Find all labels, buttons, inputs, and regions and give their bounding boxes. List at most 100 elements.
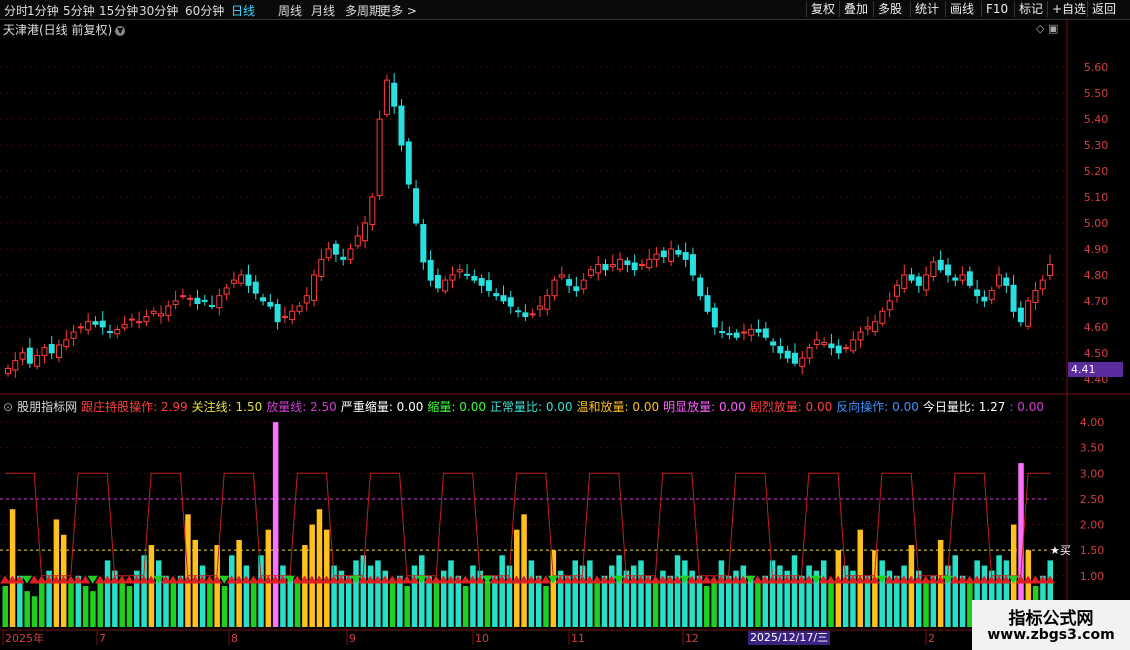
candle-body: [77, 326, 84, 329]
candle-body: [566, 279, 573, 286]
volume-ratio-bar: [39, 580, 45, 627]
volume-ratio-bar: [521, 514, 527, 627]
candle-body: [296, 305, 303, 312]
candle-body: [434, 274, 441, 289]
candle-body: [1017, 307, 1024, 323]
candle-body: [733, 332, 740, 338]
volume-ratio-bar: [820, 560, 827, 627]
candle-body: [267, 301, 274, 307]
current-price-tag: 4.41: [1068, 362, 1123, 377]
candle-body: [48, 344, 55, 354]
candle-body: [857, 331, 864, 341]
volume-ratio-bar: [9, 509, 16, 627]
candle-body: [289, 310, 296, 321]
volume-ratio-bar: [462, 586, 469, 627]
candle-body: [799, 357, 806, 367]
price-axis-label: 4.90: [1084, 243, 1109, 256]
volume-ratio-bar: [711, 580, 717, 627]
volume-ratio-bar: [806, 565, 812, 627]
volume-ratio-bar: [499, 555, 505, 627]
candle-body: [966, 271, 973, 286]
collapse-icon[interactable]: ⊙: [3, 400, 13, 414]
volume-ratio-bar: [375, 560, 381, 627]
buy-label: ★买: [1050, 544, 1071, 557]
indicator-item-6: 温和放量: 0.00: [576, 400, 660, 414]
candle-body: [1032, 290, 1039, 303]
candle-body: [726, 333, 733, 336]
volume-ratio-bar: [53, 519, 60, 627]
candle-body: [908, 274, 915, 281]
candle-body: [318, 258, 325, 277]
candle-body: [653, 253, 660, 260]
volume-ratio-bar: [755, 580, 761, 627]
volume-ratio-bar: [470, 565, 476, 627]
candle-body: [41, 347, 48, 356]
candle-body: [609, 264, 616, 268]
volume-ratio-bar: [908, 545, 915, 627]
indicator-axis-label: 2.00: [1080, 519, 1105, 532]
candle-body: [974, 289, 981, 297]
volume-ratio-bar: [791, 555, 798, 627]
price-axis-label: 5.50: [1084, 87, 1109, 100]
candle-body: [369, 196, 376, 226]
volume-ratio-bar: [594, 580, 600, 627]
indicator-name: 股朋指标网: [17, 400, 78, 414]
candle-body: [522, 312, 529, 317]
candle-body: [281, 315, 288, 318]
date-label: 12: [685, 632, 699, 645]
candle-body: [413, 188, 420, 224]
candle-body: [711, 307, 718, 328]
candle-body: [179, 295, 186, 298]
indicator-item-0: 跟庄持股操作: 2.99: [81, 400, 188, 414]
candle-body: [245, 274, 252, 286]
indicator-axis-label: 2.50: [1080, 493, 1105, 506]
volume-ratio-bar: [90, 591, 96, 627]
selected-date: 2025/12/17/三: [748, 631, 830, 645]
volume-ratio-bar: [674, 555, 681, 627]
candle-body: [99, 320, 106, 328]
chart-canvas[interactable]: ★买 5.60 5.50 5.40 5.30 5.20 5.10 5.00 4.90 4.80 4…: [0, 0, 1130, 650]
volume-ratio-bar: [68, 580, 74, 627]
candle-body: [456, 269, 463, 273]
candle-body: [995, 274, 1002, 287]
candle-body: [420, 224, 427, 263]
candle-body: [923, 274, 930, 291]
candle-body: [762, 328, 769, 338]
candle-body: [85, 321, 92, 331]
candle-body: [325, 248, 332, 259]
volume-ratio-bar: [302, 545, 308, 627]
candle-body: [806, 347, 813, 359]
volume-ratio-bar: [550, 550, 557, 627]
indicator-item-2: 放量线: 2.50: [266, 400, 337, 414]
candle-body: [230, 279, 237, 284]
candle-body: [121, 323, 128, 329]
holding-signal-line: [5, 472, 1050, 577]
volume-ratio-bar: [923, 580, 929, 627]
candle-body: [660, 250, 667, 258]
candle-body: [216, 295, 223, 309]
candle-body: [740, 331, 747, 334]
candle-body: [631, 262, 638, 271]
date-label: 2: [928, 632, 935, 645]
candle-body: [478, 278, 485, 286]
candle-body: [187, 297, 194, 300]
volume-ratio-bar: [682, 560, 688, 627]
indicator-item-1: 关注线: 1.50: [191, 400, 263, 414]
candle-body: [981, 296, 988, 302]
volume-ratio-bar: [652, 580, 659, 627]
candle-body: [405, 141, 412, 185]
candle-body: [427, 259, 434, 281]
date-label: 10: [475, 632, 489, 645]
candle-body: [340, 256, 347, 260]
volume-ratio-bar: [2, 586, 8, 627]
volume-ratio-bar: [718, 560, 725, 627]
candle-body: [901, 274, 908, 289]
indicator-legend[interactable]: ⊙ 股朋指标网 跟庄持股操作: 2.99 关注线: 1.50 放量线: 2.50 严重缩量…: [3, 398, 1048, 415]
indicator-axis-label: 1.50: [1080, 544, 1105, 557]
volume-ratio-bar: [740, 565, 747, 627]
candle-body: [158, 313, 165, 317]
candle-body: [529, 313, 536, 316]
volume-ratio-bar: [630, 565, 637, 627]
candle-body: [507, 297, 514, 307]
volume-ratio-bar: [433, 580, 440, 627]
